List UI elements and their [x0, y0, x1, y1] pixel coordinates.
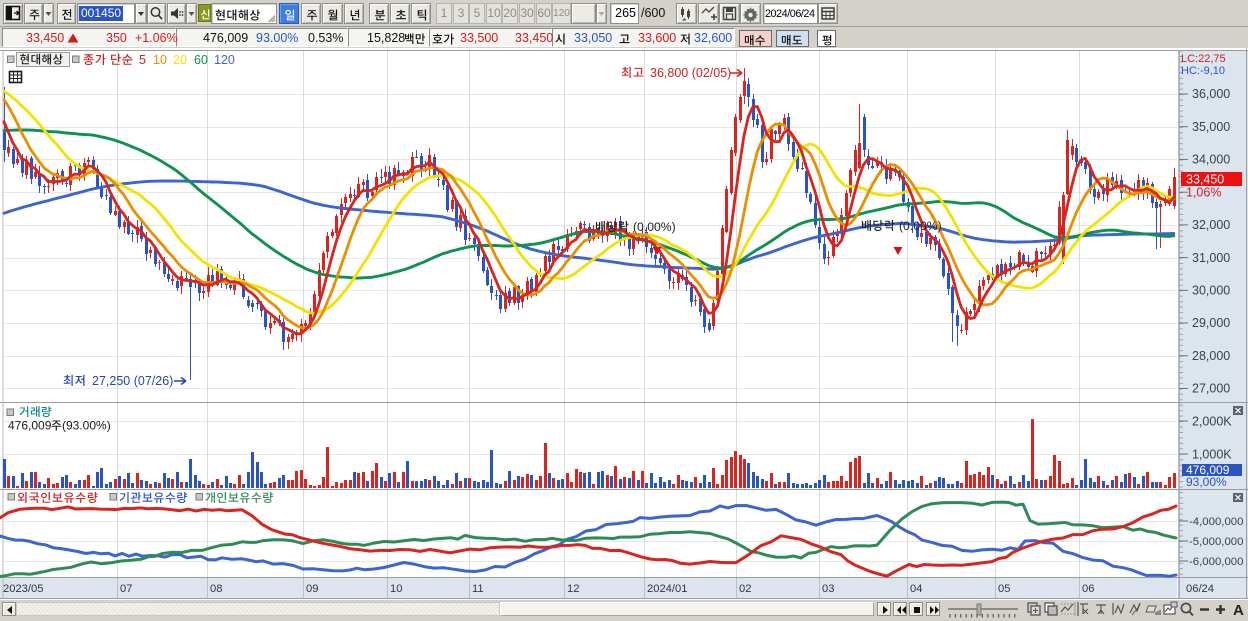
svg-text:1,06%: 1,06%	[1186, 186, 1221, 200]
svg-text:29,000: 29,000	[1192, 316, 1230, 330]
svg-text:476,009: 476,009	[8, 419, 52, 433]
svg-text:(93.00%): (93.00%)	[62, 419, 111, 433]
svg-text:35,000: 35,000	[1192, 120, 1230, 134]
svg-text:31,000: 31,000	[1192, 251, 1230, 265]
svg-text:5: 5	[139, 53, 146, 67]
svg-text:10: 10	[390, 583, 402, 595]
svg-text:1,000K: 1,000K	[1192, 448, 1232, 462]
svg-text:-6,000,000: -6,000,000	[1189, 556, 1243, 568]
svg-text:36,800 (02/05): 36,800 (02/05)	[650, 66, 731, 80]
svg-text:07: 07	[120, 583, 132, 595]
svg-text:2023/05: 2023/05	[3, 583, 43, 595]
svg-text:33,450: 33,450	[1186, 173, 1224, 187]
svg-text:2024/01: 2024/01	[647, 583, 687, 595]
svg-text:12: 12	[567, 583, 579, 595]
svg-text:06/24: 06/24	[1186, 583, 1214, 595]
svg-text:(0.00%): (0.00%)	[899, 219, 942, 233]
svg-text:93,00%: 93,00%	[1186, 475, 1227, 489]
svg-text:(0.00%): (0.00%)	[633, 220, 676, 234]
svg-text:HC:-9,10: HC:-9,10	[1181, 65, 1225, 77]
svg-text:10: 10	[153, 53, 167, 67]
svg-text:-4,000,000: -4,000,000	[1189, 516, 1243, 528]
svg-text:11: 11	[472, 583, 484, 595]
svg-text:32,000: 32,000	[1192, 218, 1230, 232]
svg-text:2,000K: 2,000K	[1192, 415, 1232, 429]
svg-text:03: 03	[822, 583, 834, 595]
svg-text:-5,000,000: -5,000,000	[1189, 536, 1243, 548]
svg-text:06: 06	[1082, 583, 1094, 595]
svg-text:27,250 (07/26): 27,250 (07/26)	[92, 374, 173, 388]
svg-text:A: A	[1233, 602, 1244, 619]
svg-text:36,000: 36,000	[1192, 87, 1230, 101]
svg-text:09: 09	[306, 583, 318, 595]
svg-text:34,000: 34,000	[1192, 153, 1230, 167]
svg-text:05: 05	[998, 583, 1010, 595]
svg-text:120: 120	[214, 53, 235, 67]
svg-text:30,000: 30,000	[1192, 284, 1230, 298]
svg-text:28,000: 28,000	[1192, 349, 1230, 363]
svg-text:02: 02	[739, 583, 751, 595]
svg-text:20: 20	[173, 53, 187, 67]
svg-text:08: 08	[210, 583, 222, 595]
svg-text:27,000: 27,000	[1192, 382, 1230, 396]
svg-text:LC:22,75: LC:22,75	[1181, 53, 1226, 65]
svg-text:04: 04	[910, 583, 922, 595]
svg-text:60: 60	[194, 53, 208, 67]
